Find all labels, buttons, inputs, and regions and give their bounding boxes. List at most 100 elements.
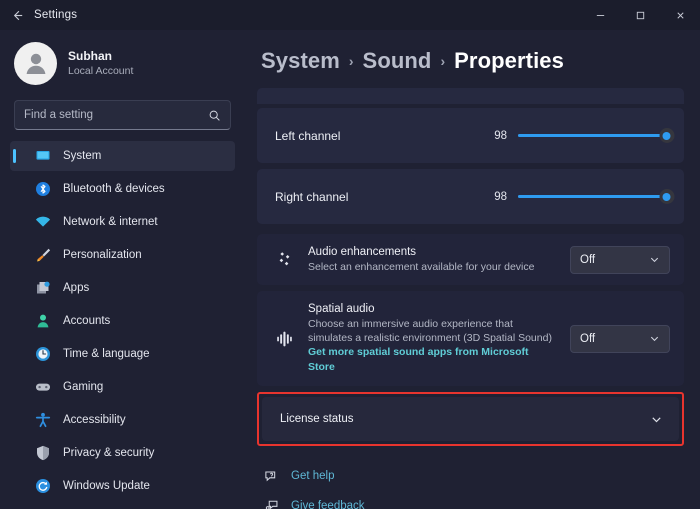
search-icon	[208, 109, 221, 122]
settings-window: Settings Subhan Local Account Find a set…	[0, 0, 700, 509]
waveform-icon	[273, 329, 297, 349]
sidebar-item-label: Personalization	[63, 249, 142, 261]
paintbrush-icon	[34, 247, 51, 264]
right-channel-value: 98	[494, 190, 507, 203]
accessibility-icon	[34, 412, 51, 429]
audio-enhancements-title: Audio enhancements	[308, 246, 417, 258]
right-channel-row: Right channel 98	[257, 169, 684, 224]
shield-icon	[34, 445, 51, 462]
help-question-icon	[263, 469, 279, 484]
title-bar: Settings	[0, 0, 700, 30]
slider-thumb[interactable]	[659, 128, 675, 143]
sidebar-item-bluetooth-devices[interactable]: Bluetooth & devices	[10, 174, 235, 204]
audio-enhancements-row: Audio enhancements Select an enhancement…	[257, 234, 684, 285]
license-status-expander[interactable]: License status	[262, 397, 679, 441]
minimize-button[interactable]	[580, 0, 620, 30]
give-feedback-label: Give feedback	[291, 500, 365, 509]
right-channel-label: Right channel	[275, 189, 349, 204]
sidebar-item-label: Privacy & security	[63, 447, 155, 459]
clipped-card-above	[257, 88, 684, 104]
window-controls	[580, 0, 700, 30]
feedback-icon	[263, 499, 279, 509]
window-title: Settings	[34, 9, 78, 21]
dropdown-value: Off	[580, 253, 596, 266]
spatial-audio-row: Spatial audio Choose an immersive audio …	[257, 291, 684, 386]
avatar	[14, 41, 57, 85]
account-icon	[34, 313, 51, 330]
sidebar-item-label: Windows Update	[63, 480, 150, 492]
sidebar-item-personalization[interactable]: Personalization	[10, 240, 235, 270]
bluetooth-icon	[34, 181, 51, 198]
sparkle-diamonds-icon	[273, 250, 297, 270]
clock-icon	[34, 346, 51, 363]
breadcrumb-separator: ›	[348, 53, 354, 69]
audio-enhancements-texts: Audio enhancements Select an enhancement…	[308, 245, 558, 274]
spatial-audio-store-link[interactable]: Get more spatial sound apps from Microso…	[308, 345, 558, 375]
breadcrumb-separator: ›	[440, 53, 446, 69]
spatial-audio-dropdown[interactable]: Off	[570, 324, 670, 353]
sidebar-item-label: Apps	[63, 282, 90, 294]
person-avatar-icon	[26, 53, 45, 74]
spatial-audio-card: Spatial audio Choose an immersive audio …	[257, 291, 684, 386]
search-box[interactable]	[14, 100, 231, 130]
slider-thumb[interactable]	[659, 189, 675, 204]
maximize-button[interactable]	[620, 0, 660, 30]
slider-fill	[518, 134, 667, 137]
sidebar-item-label: Gaming	[63, 381, 104, 393]
chevron-down-icon[interactable]	[650, 413, 663, 426]
license-status-highlight: License status	[257, 392, 684, 446]
left-channel-slider[interactable]	[518, 127, 675, 145]
selection-indicator	[13, 149, 16, 163]
left-channel-value: 98	[494, 129, 507, 142]
sidebar-item-windows-update[interactable]: Windows Update	[10, 471, 235, 501]
sidebar-item-label: Accessibility	[63, 414, 126, 426]
spatial-audio-texts: Spatial audio Choose an immersive audio …	[308, 302, 558, 375]
apps-icon	[34, 280, 51, 297]
wifi-icon	[34, 214, 51, 231]
update-icon	[34, 478, 51, 495]
sidebar-item-network-internet[interactable]: Network & internet	[10, 207, 235, 237]
sidebar-item-gaming[interactable]: Gaming	[10, 372, 235, 402]
left-channel-slider-area: 98	[489, 127, 675, 145]
account-type: Local Account	[68, 64, 134, 77]
sidebar-item-privacy-security[interactable]: Privacy & security	[10, 438, 235, 468]
sidebar-item-time-language[interactable]: Time & language	[10, 339, 235, 369]
chevron-down-icon	[649, 333, 660, 344]
audio-enhancements-card: Audio enhancements Select an enhancement…	[257, 234, 684, 285]
breadcrumb-sound[interactable]: Sound	[363, 48, 432, 74]
page-title: Properties	[454, 48, 564, 73]
sidebar-nav: System Bluetooth & devices Network & int…	[0, 141, 245, 501]
gamepad-icon	[34, 379, 51, 396]
audio-enhancements-desc: Select an enhancement available for your…	[308, 261, 535, 273]
spatial-audio-desc: Choose an immersive audio experience tha…	[308, 318, 552, 344]
footer-links: Get help Give feedback	[257, 464, 684, 509]
sidebar-item-accounts[interactable]: Accounts	[10, 306, 235, 336]
close-button[interactable]	[660, 0, 700, 30]
sidebar-item-accessibility[interactable]: Accessibility	[10, 405, 235, 435]
license-status-label: License status	[280, 413, 354, 425]
dropdown-value: Off	[580, 332, 596, 345]
window-body: Subhan Local Account Find a setting Syst…	[0, 30, 700, 509]
sidebar-item-apps[interactable]: Apps	[10, 273, 235, 303]
right-channel-card: Right channel 98	[257, 169, 684, 224]
get-help-label: Get help	[291, 470, 335, 482]
left-channel-row: Left channel 98	[257, 108, 684, 163]
account-block[interactable]: Subhan Local Account	[0, 30, 245, 96]
right-channel-slider-area: 98	[489, 188, 675, 206]
get-help-link[interactable]: Get help	[263, 464, 684, 488]
breadcrumb: System › Sound › Properties	[257, 30, 684, 88]
back-button[interactable]	[0, 0, 34, 30]
audio-enhancements-dropdown[interactable]: Off	[570, 245, 670, 274]
sidebar: Subhan Local Account Find a setting Syst…	[0, 30, 245, 509]
monitor-icon	[34, 148, 51, 165]
right-channel-slider[interactable]	[518, 188, 675, 206]
give-feedback-link[interactable]: Give feedback	[263, 494, 684, 509]
search-input[interactable]	[24, 109, 208, 121]
left-channel-card: Left channel 98	[257, 108, 684, 163]
sidebar-item-system[interactable]: System	[10, 141, 235, 171]
sidebar-item-label: Time & language	[63, 348, 150, 360]
sidebar-item-label: Bluetooth & devices	[63, 183, 165, 195]
spatial-audio-title: Spatial audio	[308, 303, 375, 315]
breadcrumb-system[interactable]: System	[261, 48, 340, 74]
chevron-down-icon	[649, 254, 660, 265]
